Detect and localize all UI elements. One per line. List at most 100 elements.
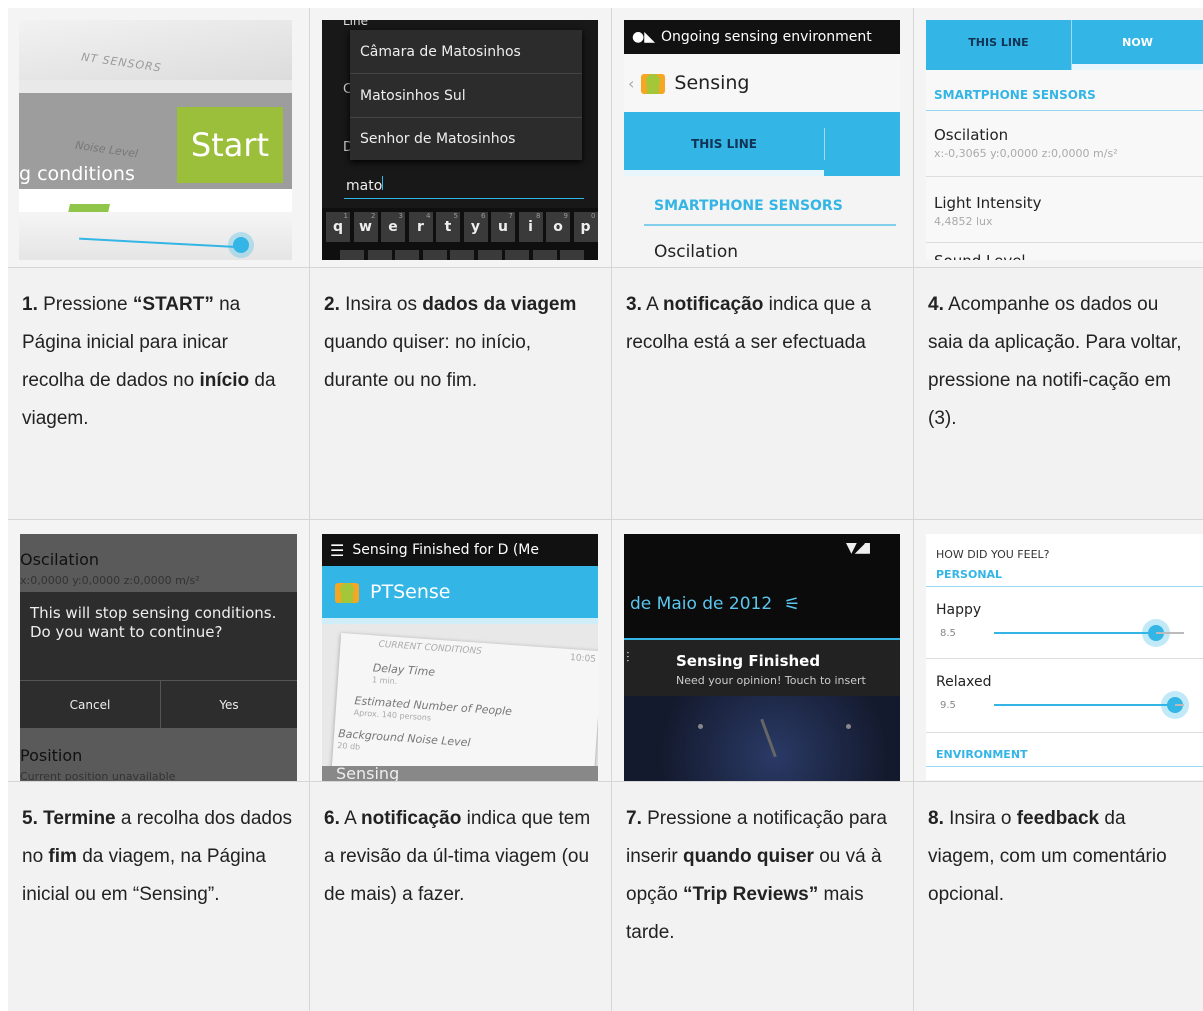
autocomplete-dropdown: Câmara de Matosinhos Matosinhos Sul Senh… xyxy=(350,30,582,160)
sensor-value: 4,4852 lux xyxy=(934,215,993,228)
emphasis-text: quando quiser xyxy=(683,846,814,867)
step-7-text: 7. Pressione a notificação para inserir … xyxy=(612,782,914,1011)
step-3-text: 3. A notificação indica que a recolha es… xyxy=(612,268,914,520)
tab-this-line[interactable]: THIS LINE xyxy=(624,112,824,176)
key[interactable] xyxy=(340,250,364,260)
yes-button[interactable]: Yes xyxy=(161,681,297,728)
wallpaper xyxy=(624,696,900,781)
action-bar: PTSense xyxy=(322,566,598,618)
key[interactable] xyxy=(367,250,392,260)
tab-now[interactable]: NOW xyxy=(1072,20,1203,64)
key-u[interactable]: u7 xyxy=(491,212,515,242)
step-number: 2. xyxy=(324,294,340,315)
line-input[interactable]: mato xyxy=(344,175,584,199)
slider-remaining-track xyxy=(1156,632,1184,634)
oscilation-label: Oscilation xyxy=(654,242,739,260)
step-4-screenshot: THIS LINE NOW SMARTPHONE SENSORS Oscilat… xyxy=(914,8,1203,268)
sensor-value: x:-0,3065 y:0,0000 z:0,0000 m/s² xyxy=(934,147,1118,160)
sensor-sound: Sound Level xyxy=(934,252,1026,260)
dialog-message: This will stop sensing conditions. Do yo… xyxy=(30,604,277,641)
step-8-text: 8. Insira o feedback da viagem, com um c… xyxy=(914,782,1203,1011)
notification-text: Ongoing sensing environment xyxy=(660,29,872,45)
step-5-screenshot: Oscilation x:0,0000 y:0,0000 z:0,0000 m/… xyxy=(8,520,310,782)
step-number: 1. xyxy=(22,294,38,315)
tab-bar: THIS LINE xyxy=(624,112,900,176)
option-matosinhos-sul[interactable]: Matosinhos Sul xyxy=(350,74,582,117)
key-e[interactable]: e3 xyxy=(381,212,405,242)
key-y[interactable]: y6 xyxy=(463,212,488,242)
key-p[interactable]: p0 xyxy=(573,212,598,242)
keyboard: q1w2e3r4t5y6u7i8o9p0 xyxy=(322,208,598,260)
step-caption: 3. A notificação indica que a recolha es… xyxy=(626,294,872,353)
section-personal: PERSONAL xyxy=(936,568,1003,581)
key-q[interactable]: q1 xyxy=(326,212,350,242)
step-2-text: 2. Insira os dados da viagem quando quis… xyxy=(310,268,612,520)
sensor-label: Light Intensity xyxy=(934,194,1042,212)
key[interactable] xyxy=(560,250,584,260)
key-o[interactable]: o9 xyxy=(546,212,570,242)
start-label: Start xyxy=(190,126,270,164)
key-number: 1 xyxy=(343,212,348,220)
conditions-label: g conditions xyxy=(19,163,135,185)
notification-subtitle: Need your opinion! Touch to insert xyxy=(676,674,866,687)
step-caption: 8. Insira o feedback da viagem, com um c… xyxy=(928,808,1167,905)
sensing-finished-notification[interactable]: ⫶ Sensing Finished Need your opinion! To… xyxy=(624,640,900,696)
option-senhor[interactable]: Senhor de Matosinhos xyxy=(350,118,582,160)
date-text: de Maio de 2012 xyxy=(630,594,773,614)
emphasis-text: fim xyxy=(48,846,77,867)
key-t[interactable]: t5 xyxy=(436,212,460,242)
slider-remaining-track xyxy=(1175,704,1184,706)
key[interactable] xyxy=(422,250,447,260)
sensor-oscilation: Oscilation x:-0,3065 y:0,0000 z:0,0000 m… xyxy=(934,126,1118,160)
slider-handle[interactable] xyxy=(233,237,249,253)
key-number: 8 xyxy=(536,212,541,220)
step-7-screenshot: ▼◢▮ de Maio de 2012 ⚟ ⫶ Sensing Finished… xyxy=(612,520,914,782)
notification-text: Sensing Finished for D (Me xyxy=(352,542,539,558)
key[interactable] xyxy=(450,250,474,260)
sensor-label: Sound Level xyxy=(934,252,1026,260)
option-label: Câmara de Matosinhos xyxy=(360,43,521,60)
key-number: 3 xyxy=(398,212,403,220)
step-5-text: 5. Termine a recolha dos dados no fim da… xyxy=(8,782,310,1011)
app-title: Sensing xyxy=(674,72,750,94)
notification-bar[interactable]: ●◣ Ongoing sensing environment xyxy=(624,20,900,54)
settings-sliders-icon[interactable]: ⚟ xyxy=(784,594,800,615)
section-environment: ENVIRONMENT xyxy=(936,748,1028,761)
key-number: 6 xyxy=(481,212,486,220)
happy-label: Happy xyxy=(936,602,982,618)
tab-label: THIS LINE xyxy=(691,137,757,151)
yes-label: Yes xyxy=(219,697,239,712)
step-caption: 4. Acompanhe os dados ou saia da aplicaç… xyxy=(928,294,1182,429)
wifi-signal-icon: ▼◢▮ xyxy=(846,540,871,556)
key[interactable] xyxy=(505,250,529,260)
behind-label: Sensing xyxy=(336,764,400,782)
cancel-button[interactable]: Cancel xyxy=(20,681,160,728)
step-number: 7. xyxy=(626,808,642,829)
back-chevron-icon[interactable]: ‹ xyxy=(628,74,634,93)
sliders-icon: ⫶ xyxy=(626,650,630,666)
key[interactable] xyxy=(477,250,502,260)
start-button[interactable]: Start xyxy=(177,107,283,183)
position-value: Current position unavailable xyxy=(20,770,176,782)
key-w[interactable]: w2 xyxy=(353,212,378,242)
key-number: 7 xyxy=(508,212,513,220)
step-8-screenshot: HOW DID YOU FEEL? PERSONAL Happy 8.5 Rel… xyxy=(914,520,1203,782)
tab-label: NOW xyxy=(1122,35,1153,49)
key[interactable] xyxy=(395,250,419,260)
date-row: de Maio de 2012 ⚟ xyxy=(624,586,900,622)
relaxed-slider[interactable] xyxy=(994,697,1184,713)
emphasis-text: notificação xyxy=(361,808,462,829)
card-time: 10:05 xyxy=(569,653,597,665)
key-i[interactable]: i8 xyxy=(518,212,543,242)
android-app-icon xyxy=(638,68,668,98)
oscilation-value: x:0,0000 y:0,0000 z:0,0000 m/s² xyxy=(20,574,200,587)
step-4-text: 4. Acompanhe os dados ou saia da aplicaç… xyxy=(914,268,1203,520)
key[interactable] xyxy=(532,250,557,260)
tab-this-line[interactable]: THIS LINE xyxy=(926,20,1071,64)
notification-bar[interactable]: ☰ Sensing Finished for D (Me xyxy=(322,534,598,566)
key-r[interactable]: r4 xyxy=(408,212,433,242)
step-1-text: 1. Pressione “START” na Página inicial p… xyxy=(8,268,310,520)
step-number: 8. xyxy=(928,808,944,829)
option-camara[interactable]: Câmara de Matosinhos xyxy=(350,30,582,73)
happy-slider[interactable] xyxy=(994,625,1184,641)
